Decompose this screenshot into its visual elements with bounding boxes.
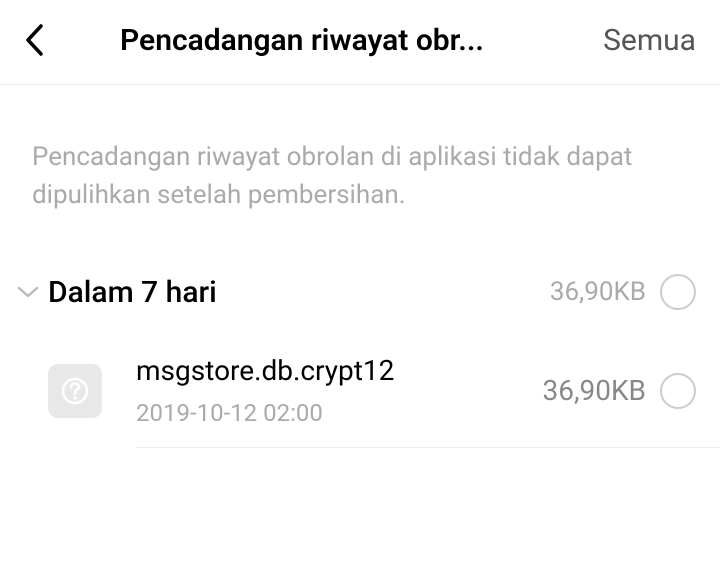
- file-size: 36,90KB: [543, 374, 646, 407]
- file-item[interactable]: msgstore.db.crypt12 2019-10-12 02:00 36,…: [0, 326, 720, 447]
- section-header[interactable]: Dalam 7 hari 36,90KB: [0, 234, 720, 326]
- question-icon: [61, 377, 89, 405]
- file-date: 2019-10-12 02:00: [136, 399, 543, 427]
- file-info: msgstore.db.crypt12 2019-10-12 02:00: [136, 354, 543, 427]
- info-text: Pencadangan riwayat obrolan di aplikasi …: [0, 85, 720, 234]
- file-type-icon: [48, 364, 102, 418]
- file-name: msgstore.db.crypt12: [136, 354, 543, 387]
- page-title: Pencadangan riwayat obr...: [120, 23, 583, 58]
- file-checkbox[interactable]: [660, 373, 696, 409]
- chevron-down-icon[interactable]: [10, 274, 46, 310]
- back-button[interactable]: [24, 20, 64, 60]
- section-title: Dalam 7 hari: [48, 275, 550, 310]
- select-all-button[interactable]: Semua: [603, 23, 696, 58]
- back-icon: [24, 23, 44, 57]
- divider: [136, 447, 720, 448]
- section-size: 36,90KB: [550, 277, 646, 307]
- header-bar: Pencadangan riwayat obr... Semua: [0, 0, 720, 85]
- section-checkbox[interactable]: [660, 274, 696, 310]
